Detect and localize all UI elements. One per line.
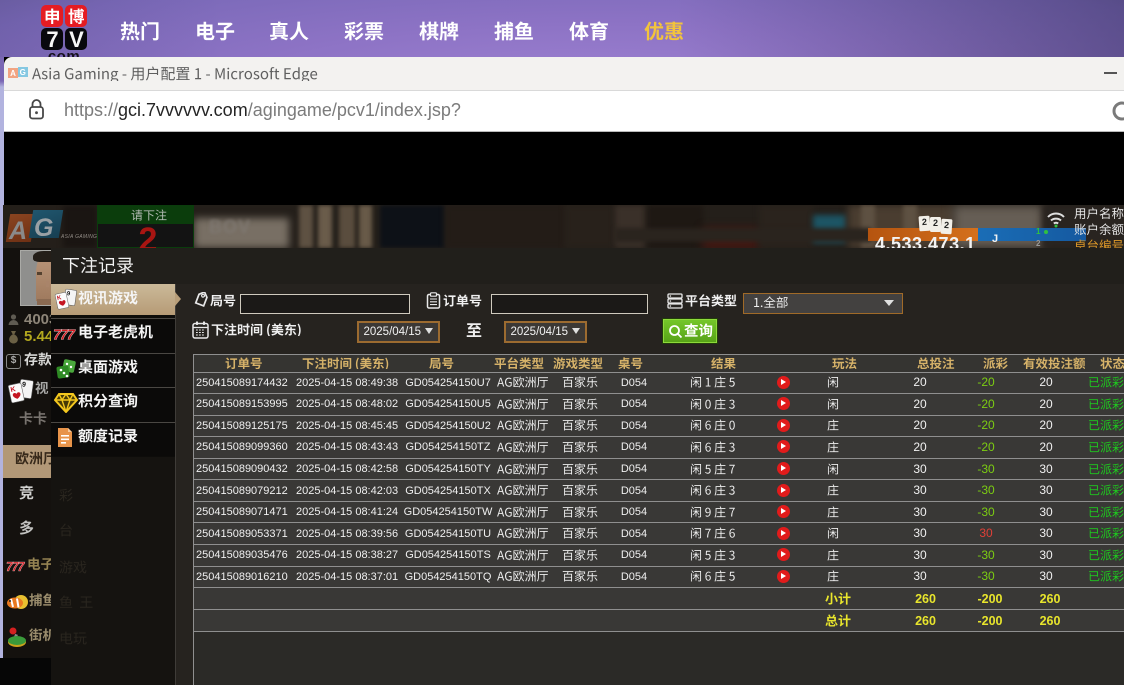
svg-text:777: 777 [6, 560, 26, 573]
svg-text:777: 777 [53, 327, 76, 344]
